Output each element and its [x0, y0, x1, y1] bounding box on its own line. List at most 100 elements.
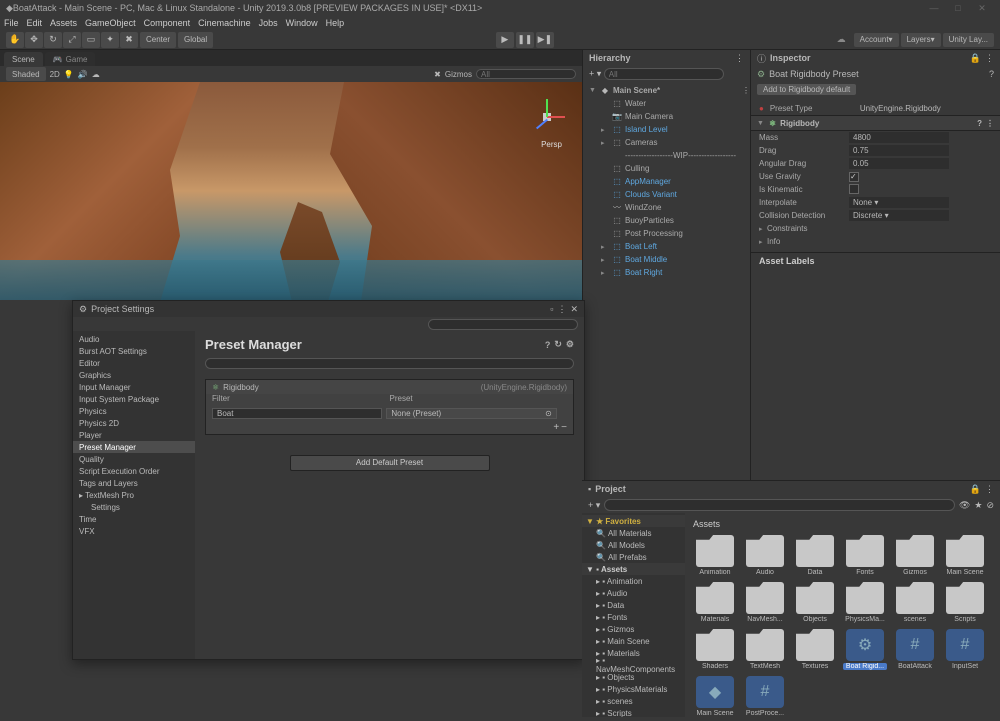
settings-category-item[interactable]: ▸ TextMesh Pro	[73, 489, 195, 501]
property-dropdown[interactable]: None ▾	[849, 197, 949, 208]
project-asset-item[interactable]: Data	[793, 535, 837, 576]
project-folder-item[interactable]: ▸ ▪ Fonts	[582, 611, 685, 623]
orientation-gizmo[interactable]	[527, 97, 567, 137]
assets-root[interactable]: ▼ ▪ Assets	[582, 563, 685, 575]
hierarchy-item[interactable]: ⬚Water	[583, 97, 750, 110]
account-dropdown[interactable]: Account ▾	[854, 33, 899, 47]
hierarchy-item[interactable]: ⬚BuoyParticles	[583, 214, 750, 227]
hidden-packages-icon[interactable]: ⊘	[986, 500, 994, 511]
minimize-button[interactable]: —	[922, 3, 946, 13]
property-checkbox[interactable]	[849, 172, 859, 182]
search-filter-icon[interactable]: 👁	[959, 500, 970, 511]
draw-mode-dropdown[interactable]: Shaded	[6, 67, 46, 81]
project-asset-item[interactable]: Fonts	[843, 535, 887, 576]
favorite-search-item[interactable]: 🔍 All Prefabs	[582, 551, 685, 563]
settings-category-item[interactable]: Time	[73, 513, 195, 525]
settings-gear-icon[interactable]: ⚙	[566, 339, 574, 350]
pivot-mode-button[interactable]: Center	[140, 32, 176, 48]
project-folder-item[interactable]: ▸ ▪ Main Scene	[582, 635, 685, 647]
project-asset-item[interactable]: PhysicsMa...	[843, 582, 887, 623]
help-icon[interactable]: ?	[545, 340, 551, 350]
project-asset-item[interactable]: scenes	[893, 582, 937, 623]
project-breadcrumb[interactable]: Assets	[689, 517, 996, 531]
pivot-rotation-button[interactable]: Global	[178, 32, 213, 48]
lighting-toggle-icon[interactable]: 💡	[64, 70, 74, 79]
preset-filter-input[interactable]	[212, 408, 382, 419]
project-folder-item[interactable]: ▸ ▪ scenes	[582, 695, 685, 707]
preset-search-input[interactable]	[205, 358, 574, 369]
property-field[interactable]: 0.05	[849, 158, 949, 169]
hierarchy-item[interactable]: ▸⬚Boat Left	[583, 240, 750, 253]
property-field[interactable]: 4800	[849, 132, 949, 143]
project-folder-item[interactable]: ▸ ▪ PhysicsMaterials	[582, 683, 685, 695]
object-picker-icon[interactable]: ⊙	[545, 409, 552, 418]
hierarchy-item[interactable]: ⬚Post Processing	[583, 227, 750, 240]
settings-category-item[interactable]: Input System Package	[73, 393, 195, 405]
settings-search-input[interactable]	[428, 319, 578, 330]
settings-category-item[interactable]: Editor	[73, 357, 195, 369]
create-dropdown[interactable]: + ▾	[588, 500, 600, 511]
component-help-icon[interactable]: ?	[977, 119, 982, 128]
project-asset-item[interactable]: #PostProce...	[743, 676, 787, 717]
menu-file[interactable]: File	[4, 18, 19, 28]
hierarchy-item[interactable]: ⬚AppManager	[583, 175, 750, 188]
project-asset-item[interactable]: Main Scene	[943, 535, 987, 576]
settings-category-item[interactable]: VFX	[73, 525, 195, 537]
project-folder-item[interactable]: ▸ ▪ Audio	[582, 587, 685, 599]
maximize-button[interactable]: □	[946, 3, 970, 13]
remove-preset-button[interactable]: −	[561, 422, 567, 433]
settings-category-item[interactable]: Preset Manager	[73, 441, 195, 453]
project-asset-item[interactable]: Scripts	[943, 582, 987, 623]
reset-icon[interactable]: ↻	[554, 339, 562, 350]
cloud-icon[interactable]: ☁	[837, 34, 846, 45]
hierarchy-search-input[interactable]	[604, 68, 724, 80]
scene-root[interactable]: ▼ ◆ Main Scene* ⋮	[583, 84, 750, 97]
settings-category-item[interactable]: Graphics	[73, 369, 195, 381]
perspective-label[interactable]: Persp	[541, 140, 562, 149]
hand-tool-button[interactable]: ✋	[6, 32, 24, 48]
scene-camera-icon[interactable]: ✖	[434, 70, 441, 79]
hierarchy-item[interactable]: ▸⬚Boat Middle	[583, 253, 750, 266]
add-preset-button[interactable]: +	[553, 422, 559, 433]
hierarchy-item[interactable]: ▸⬚Cameras	[583, 136, 750, 149]
project-asset-item[interactable]: ◆Main Scene	[693, 676, 737, 717]
component-menu-icon[interactable]: ⋮	[986, 119, 994, 128]
project-folder-item[interactable]: ▸ ▪ NavMeshComponents	[582, 659, 685, 671]
favorites-header[interactable]: ▼ ★ Favorites	[582, 515, 685, 527]
window-menu-icon[interactable]: ⋮	[557, 304, 566, 315]
add-to-default-button[interactable]: Add to Rigidbody default	[757, 84, 856, 95]
search-star-icon[interactable]: ★	[974, 500, 982, 511]
settings-category-item[interactable]: Audio	[73, 333, 195, 345]
scale-tool-button[interactable]: ⤢	[63, 32, 81, 48]
project-asset-item[interactable]: Shaders	[693, 629, 737, 670]
project-asset-item[interactable]: #InputSet	[943, 629, 987, 670]
project-folder-item[interactable]: ▸ ▪ Animation	[582, 575, 685, 587]
settings-category-item[interactable]: Physics	[73, 405, 195, 417]
create-dropdown[interactable]: + ▾	[589, 69, 601, 79]
hierarchy-item[interactable]: 〰WindZone	[583, 201, 750, 214]
lock-icon[interactable]: 🔒	[970, 53, 981, 64]
hierarchy-item[interactable]: ▸⬚Island Level	[583, 123, 750, 136]
panel-menu-icon[interactable]: ⋮	[985, 53, 994, 64]
project-folder-item[interactable]: ▸ ▪ Objects	[582, 671, 685, 683]
menu-cinemachine[interactable]: Cinemachine	[198, 18, 251, 28]
rect-tool-button[interactable]: ▭	[82, 32, 100, 48]
project-asset-item[interactable]: Textures	[793, 629, 837, 670]
project-asset-item[interactable]: ⚙Boat Rigid...	[843, 629, 887, 670]
help-icon[interactable]: ?	[989, 69, 994, 79]
scene-viewport[interactable]: Persp	[0, 82, 582, 300]
project-asset-item[interactable]: #BoatAttack	[893, 629, 937, 670]
favorite-search-item[interactable]: 🔍 All Materials	[582, 527, 685, 539]
settings-category-item[interactable]: Player	[73, 429, 195, 441]
layout-dropdown[interactable]: Unity Lay...	[943, 33, 994, 47]
rotate-tool-button[interactable]: ↻	[44, 32, 62, 48]
menu-edit[interactable]: Edit	[27, 18, 43, 28]
step-button[interactable]: ▶❚	[536, 32, 554, 48]
project-asset-item[interactable]: NavMesh...	[743, 582, 787, 623]
project-folder-item[interactable]: ▸ ▪ Data	[582, 599, 685, 611]
close-button[interactable]: ✕	[970, 3, 994, 14]
property-dropdown[interactable]: Discrete ▾	[849, 210, 949, 221]
gizmos-dropdown[interactable]: Gizmos	[445, 70, 472, 79]
project-asset-item[interactable]: Materials	[693, 582, 737, 623]
play-button[interactable]: ▶	[496, 32, 514, 48]
